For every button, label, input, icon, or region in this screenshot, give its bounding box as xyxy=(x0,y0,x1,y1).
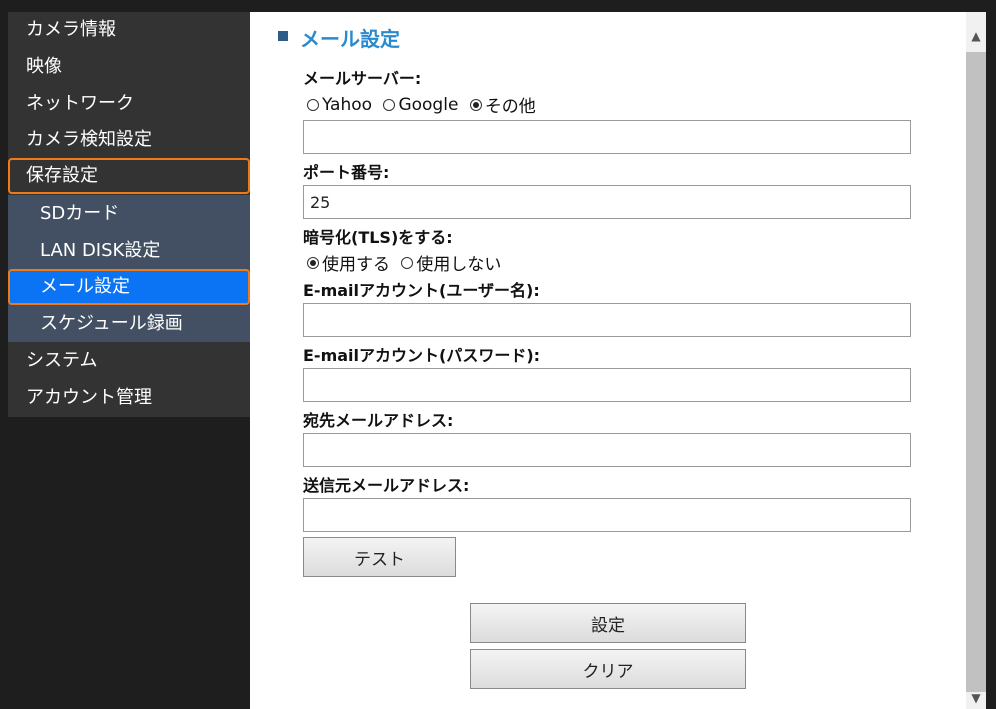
sidebar-item-camera-detection[interactable]: カメラ検知設定 xyxy=(8,122,250,158)
sidebar-item-network[interactable]: ネットワーク xyxy=(8,86,250,122)
sidebar-item-camera-info[interactable]: カメラ情報 xyxy=(8,12,250,48)
radio-checked-icon[interactable] xyxy=(307,256,319,269)
sidebar-item-storage-settings[interactable]: 保存設定 xyxy=(8,158,250,194)
account-user-label: E-mailアカウント(ユーザー名): xyxy=(303,281,540,300)
port-label: ポート番号: xyxy=(303,163,390,182)
clear-button[interactable]: クリア xyxy=(470,649,746,689)
radio-google[interactable]: Google xyxy=(383,95,458,115)
radio-unchecked-icon[interactable] xyxy=(307,98,319,111)
scrollbar-thumb[interactable] xyxy=(966,52,986,692)
radio-unchecked-icon[interactable] xyxy=(401,256,414,269)
sidebar-item-system[interactable]: システム xyxy=(8,343,250,379)
sidebar-item-lan-disk[interactable]: LAN DISK設定 xyxy=(8,233,250,269)
scrollbar[interactable]: ▲ ▼ xyxy=(966,12,986,709)
sidebar-item-mail-settings[interactable]: メール設定 xyxy=(8,269,250,305)
sidebar-item-video[interactable]: 映像 xyxy=(8,49,250,85)
save-button[interactable]: 設定 xyxy=(470,603,746,643)
account-password-input[interactable] xyxy=(303,368,911,402)
main-panel: メール設定 メールサーバー: Yahoo Google その他 ポート番号: 暗… xyxy=(250,12,966,709)
account-user-input[interactable] xyxy=(303,303,911,337)
radio-checked-icon[interactable] xyxy=(469,98,482,111)
sender-label: 送信元メールアドレス: xyxy=(303,476,470,495)
account-password-label: E-mailアカウント(パスワード): xyxy=(303,346,541,365)
sidebar-item-account-management[interactable]: アカウント管理 xyxy=(8,380,250,416)
tls-radio-group: 使用する 使用しない xyxy=(307,250,507,275)
radio-other[interactable]: その他 xyxy=(469,92,536,117)
sidebar-item-schedule-recording[interactable]: スケジュール録画 xyxy=(8,306,250,342)
top-bar xyxy=(0,0,996,12)
mail-server-radio-group: Yahoo Google その他 xyxy=(307,92,542,117)
mail-server-input[interactable] xyxy=(303,120,911,154)
sidebar: カメラ情報 映像 ネットワーク カメラ検知設定 保存設定 SDカード LAN D… xyxy=(8,12,250,417)
test-button[interactable]: テスト xyxy=(303,537,456,577)
sender-input[interactable] xyxy=(303,498,911,532)
radio-tls-use[interactable]: 使用する xyxy=(307,250,390,275)
port-input[interactable] xyxy=(303,185,911,219)
sidebar-item-sd-card[interactable]: SDカード xyxy=(8,196,250,232)
chevron-up-icon[interactable]: ▲ xyxy=(966,26,986,46)
radio-tls-not-use[interactable]: 使用しない xyxy=(401,250,501,275)
page-title: メール設定 xyxy=(300,27,400,51)
tls-label: 暗号化(TLS)をする: xyxy=(303,228,453,247)
radio-unchecked-icon[interactable] xyxy=(383,98,396,111)
recipient-label: 宛先メールアドレス: xyxy=(303,411,454,430)
chevron-down-icon[interactable]: ▼ xyxy=(966,688,986,708)
square-bullet-icon xyxy=(278,31,288,41)
radio-yahoo[interactable]: Yahoo xyxy=(307,95,372,115)
recipient-input[interactable] xyxy=(303,433,911,467)
mail-server-label: メールサーバー: xyxy=(303,69,422,88)
